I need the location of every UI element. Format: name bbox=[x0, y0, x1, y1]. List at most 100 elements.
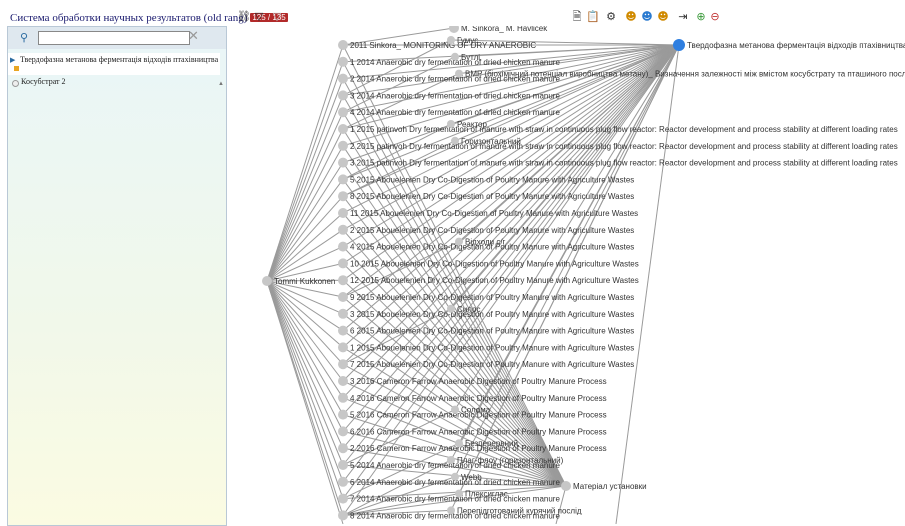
graph-svg[interactable]: M. Sinkora_ M. Havlicek Tommi Kukkonen 201… bbox=[226, 26, 905, 524]
paper-node-dot[interactable] bbox=[338, 359, 348, 370]
tree-icon[interactable]: ⛓ bbox=[237, 10, 251, 24]
edge-author-paper bbox=[266, 280, 344, 432]
concept-node-dot[interactable] bbox=[455, 439, 463, 448]
paper-node-dot[interactable] bbox=[338, 224, 348, 235]
zoom-in-icon[interactable]: ⊕ bbox=[694, 10, 708, 24]
concept-node-dot[interactable] bbox=[451, 472, 459, 481]
paper-node-label: 6 2016 Cameron Farrow Anaerobic Digestio… bbox=[350, 427, 607, 436]
material-node-label: Матеріал установки bbox=[573, 482, 647, 491]
paper-node-label: 1 2015 Abouelenien Dry Co-Digestion of P… bbox=[350, 343, 634, 352]
paper-node-dot[interactable] bbox=[338, 208, 348, 218]
tree-item[interactable]: Косубстрат 2 bbox=[8, 77, 226, 89]
top-toolbar: Система обработки научных результатов (o… bbox=[0, 0, 905, 26]
tree-item-selected[interactable]: ▶ Твердофазна метанова ферментація відхо… bbox=[8, 53, 224, 87]
root-node-label: Твердофазна метанова ферментація відході… bbox=[687, 41, 905, 50]
edge-author-paper bbox=[266, 44, 344, 282]
paper-node-dot[interactable] bbox=[338, 56, 348, 67]
concept-node-dot[interactable] bbox=[447, 304, 455, 313]
top-node-dot[interactable] bbox=[449, 26, 459, 33]
edge-author-paper bbox=[266, 280, 344, 482]
concept-node-label: Реактор bbox=[457, 120, 487, 129]
paper-node-dot[interactable] bbox=[338, 308, 348, 319]
edge-author-paper bbox=[266, 280, 344, 382]
paper-node-dot[interactable] bbox=[338, 292, 348, 302]
filter-disabled-icon: ▽ bbox=[272, 10, 282, 23]
paper-node-label: 10 2015 Abouelenien Dry Co-Digestion of … bbox=[350, 259, 639, 268]
paper-node-dot[interactable] bbox=[338, 73, 348, 84]
concept-node-label: Солома bbox=[461, 406, 491, 415]
concept-node-dot[interactable] bbox=[447, 506, 455, 515]
filter-icon[interactable]: ▽ bbox=[252, 10, 266, 24]
concept-node-label: Відходи с/г bbox=[465, 238, 506, 247]
edge-author-bottom bbox=[266, 280, 344, 524]
people-icon[interactable]: ☻ bbox=[640, 10, 654, 24]
zoom-out-icon[interactable]: ⊖ bbox=[708, 10, 722, 24]
paper-node-dot[interactable] bbox=[338, 510, 348, 521]
paper-node-dot[interactable] bbox=[338, 258, 348, 269]
author-node-label: Tommi Kukkonen bbox=[274, 277, 335, 286]
paper-node-dot[interactable] bbox=[338, 342, 348, 353]
paper-node-label: 7 2014 Anaerobic dry fermentation of dri… bbox=[350, 495, 560, 504]
export-icon[interactable]: ⇥ bbox=[676, 10, 690, 24]
paper-node-dot[interactable] bbox=[338, 426, 348, 437]
search-bar: ⚲ ✕ bbox=[8, 27, 226, 49]
search-input[interactable] bbox=[38, 31, 190, 45]
paper-node-dot[interactable] bbox=[338, 443, 348, 454]
paper-node-dot[interactable] bbox=[338, 376, 348, 386]
expand-arrow-icon[interactable]: ▶ bbox=[10, 56, 15, 64]
paper-node-dot[interactable] bbox=[338, 90, 348, 101]
paper-node-dot[interactable] bbox=[338, 191, 348, 202]
people-icon[interactable]: ☻ bbox=[624, 10, 638, 24]
app-title-text: Система обработки научных результатов (o… bbox=[10, 12, 248, 24]
material-node-dot[interactable] bbox=[561, 481, 571, 491]
edge-paper-material bbox=[342, 195, 567, 487]
tree-item-label: Косубстрат 2 bbox=[21, 77, 66, 86]
paper-node-dot[interactable] bbox=[338, 409, 348, 420]
graph-canvas[interactable]: M. Sinkora_ M. Havlicek Tommi Kukkonen 201… bbox=[226, 26, 905, 524]
concept-node-label: Безперервний bbox=[465, 439, 518, 448]
gear-icon[interactable]: ⚙ bbox=[604, 10, 618, 24]
concept-node-dot[interactable] bbox=[451, 405, 459, 414]
concept-node-dot[interactable] bbox=[451, 52, 459, 61]
paper-node-dot[interactable] bbox=[338, 392, 348, 403]
root-node-dot[interactable] bbox=[673, 39, 685, 51]
concept-node-dot[interactable] bbox=[447, 120, 455, 128]
paper-node-dot[interactable] bbox=[338, 325, 348, 336]
paper-node-label: 4 2016 Cameron Farrow Anaerobic Digestio… bbox=[350, 394, 607, 403]
people-icon[interactable]: ☻ bbox=[656, 10, 670, 24]
author-node-dot[interactable] bbox=[262, 276, 272, 286]
paper-node-dot[interactable] bbox=[338, 275, 348, 286]
edge-author-paper bbox=[266, 280, 344, 415]
paper-node-dot[interactable] bbox=[338, 241, 348, 252]
paper-node-dot[interactable] bbox=[338, 124, 348, 134]
paper-node-dot[interactable] bbox=[338, 107, 348, 118]
graph-nodes: M. Sinkora_ M. Havlicek Tommi Kukkonen 201… bbox=[262, 26, 905, 521]
concept-node-dot[interactable] bbox=[455, 489, 463, 498]
paper-node-dot[interactable] bbox=[338, 493, 348, 504]
paper-node-dot[interactable] bbox=[338, 157, 348, 168]
paper-node-label: 8 2015 Abouelenien Dry Co-Digestion of P… bbox=[350, 192, 634, 201]
concept-node-dot[interactable] bbox=[447, 456, 455, 464]
paper-node-dot[interactable] bbox=[338, 140, 348, 151]
paper-node-dot[interactable] bbox=[338, 174, 348, 185]
concept-node-dot[interactable] bbox=[455, 237, 463, 246]
paper-node-label: 6 2015 Abouelenien Dry Co-Digestion of P… bbox=[350, 327, 634, 336]
concept-node-label: Плексиглас bbox=[465, 490, 508, 499]
search-icon[interactable]: ⚲ bbox=[20, 31, 28, 44]
paper-node-dot[interactable] bbox=[338, 460, 348, 470]
paper-node-label: 2 2015 patinvoh Dry fermentation of manu… bbox=[350, 142, 898, 151]
paper-node-dot[interactable] bbox=[338, 476, 348, 487]
edge-author-paper bbox=[266, 128, 344, 282]
edge-paper-root bbox=[342, 44, 680, 197]
clear-icon[interactable]: ✕ bbox=[188, 29, 199, 44]
concept-node-dot[interactable] bbox=[451, 136, 459, 145]
document-icon[interactable]: 🗎 bbox=[570, 10, 584, 24]
paper-node-label: 3 2016 Cameron Farrow Anaerobic Digestio… bbox=[350, 377, 607, 386]
concept-node-dot[interactable] bbox=[455, 69, 463, 78]
concept-node-label: Перепідготований курячий послід bbox=[457, 506, 582, 515]
sidebar: ⚲ ✕ ▶ Твердофазна метанова ферментація в… bbox=[7, 26, 227, 526]
paper-node-dot[interactable] bbox=[338, 40, 348, 50]
clipboard-icon[interactable]: 📋 bbox=[586, 10, 600, 24]
tree-item-label: Твердофазна метанова ферментація відході… bbox=[20, 55, 219, 64]
concept-node-dot[interactable] bbox=[447, 36, 455, 44]
